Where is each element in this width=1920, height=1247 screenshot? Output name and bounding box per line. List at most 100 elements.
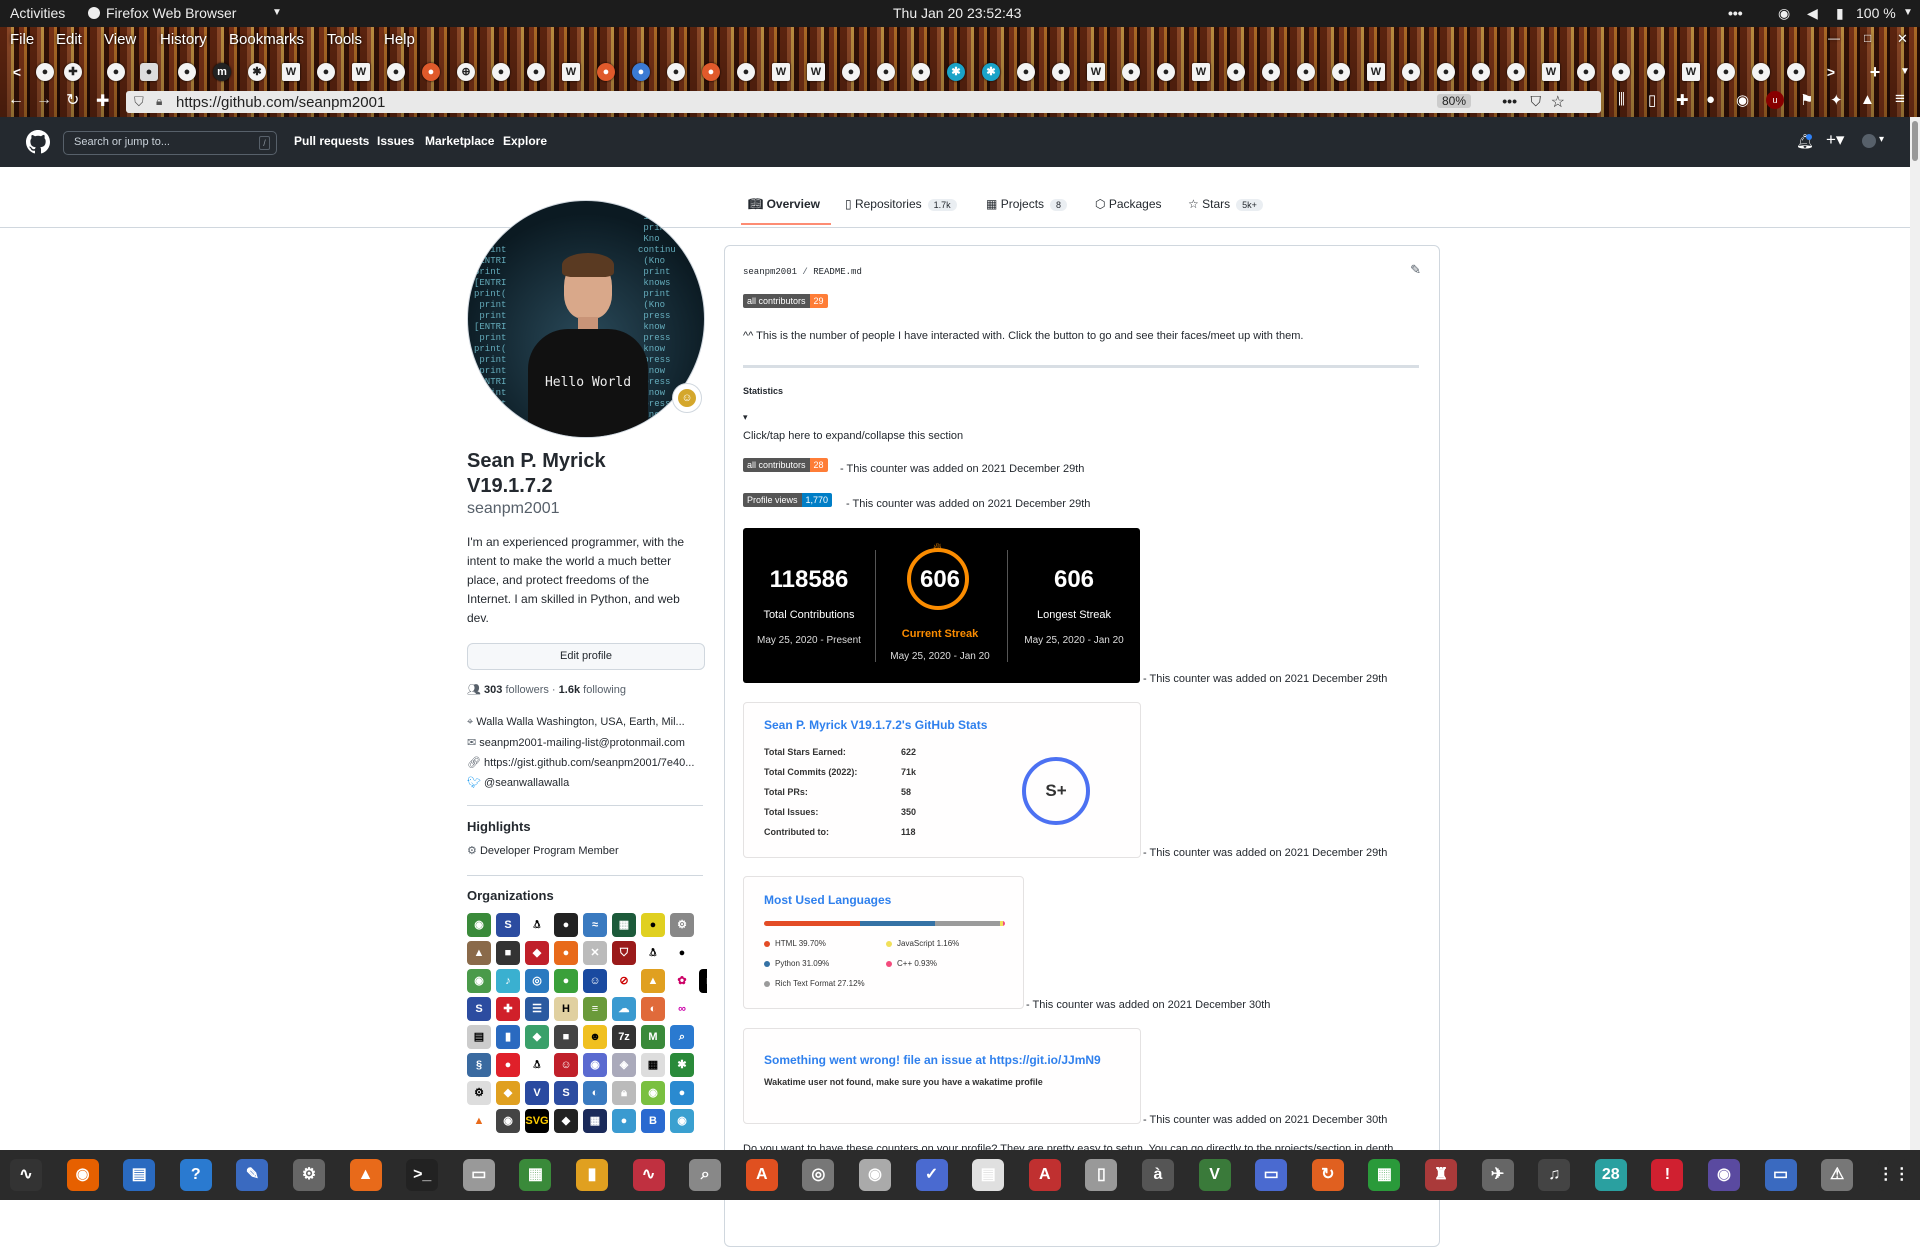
disk-icon[interactable]: ◎	[802, 1159, 835, 1191]
calc-icon[interactable]: ▦	[1368, 1159, 1401, 1191]
volume-icon[interactable]: ◀	[1807, 5, 1818, 22]
tab-m-icon[interactable]: m	[213, 63, 231, 81]
activities-button[interactable]: Activities	[10, 5, 65, 21]
clock[interactable]: Thu Jan 20 23:52:43	[893, 5, 1021, 21]
tab-projects[interactable]: ▦ Projects 8	[986, 197, 1068, 211]
org-avatar[interactable]: ●	[496, 1053, 520, 1077]
tab-extension-icon[interactable]: ✚	[64, 63, 82, 81]
tab-github-icon[interactable]: ●	[1472, 63, 1490, 81]
tab-packages[interactable]: ⬡ Packages	[1095, 197, 1162, 211]
vlc-icon[interactable]: ▲	[349, 1159, 382, 1191]
org-avatar[interactable]: ▲	[467, 941, 491, 965]
tab-wikipedia-icon[interactable]: W	[1682, 63, 1700, 81]
org-avatar[interactable]: ◐	[583, 1081, 607, 1105]
tab-wikipedia-icon[interactable]: W	[1192, 63, 1210, 81]
extension-icon[interactable]: ⚑	[1800, 91, 1813, 109]
tab-github-icon[interactable]: ●	[317, 63, 335, 81]
tab-github-icon[interactable]: ●	[1612, 63, 1630, 81]
ubuntu-icon[interactable]: ◉	[859, 1159, 891, 1191]
tab-wikipedia-icon[interactable]: W	[282, 63, 300, 81]
back-icon[interactable]: ←	[8, 91, 24, 109]
org-avatar[interactable]: M	[641, 1025, 665, 1049]
org-avatar[interactable]: ▦	[641, 1053, 665, 1077]
org-avatar[interactable]: ▮	[496, 1025, 520, 1049]
org-avatar[interactable]: ☻	[583, 1025, 607, 1049]
org-avatar[interactable]: H	[554, 997, 578, 1021]
org-avatar[interactable]: ●	[612, 1109, 636, 1133]
apps-grid-icon[interactable]: ⋮⋮	[1877, 1159, 1910, 1191]
tab-orange-icon[interactable]: ●	[597, 63, 615, 81]
tab-github-icon[interactable]: ●	[667, 63, 685, 81]
reload-icon[interactable]: ↻	[66, 90, 79, 110]
tab-github-icon[interactable]: ●	[492, 63, 510, 81]
status-emoji[interactable]: ☺	[672, 383, 702, 413]
tab-wikipedia-icon[interactable]: W	[352, 63, 370, 81]
calendar-icon[interactable]: ▤	[972, 1159, 1005, 1191]
tab-github-icon[interactable]: ●	[1507, 63, 1525, 81]
org-avatar[interactable]: 7z	[612, 1025, 636, 1049]
streak-stats-card[interactable]: 118586 Total Contributions May 25, 2020 …	[743, 528, 1140, 683]
org-avatar[interactable]: §	[467, 1053, 491, 1077]
org-avatar[interactable]: ☰	[525, 997, 549, 1021]
url-text[interactable]: https://github.com/seanpm2001	[176, 94, 385, 111]
more-indicator-icon[interactable]: •••	[1728, 5, 1743, 21]
org-avatar[interactable]: ◆	[554, 1109, 578, 1133]
bird-icon[interactable]: ✈	[1481, 1159, 1514, 1191]
tab-github-icon[interactable]: ●	[107, 63, 125, 81]
org-avatar[interactable]: ◐	[641, 997, 665, 1021]
org-avatar[interactable]: 🐧︎	[525, 1053, 549, 1077]
ublock-icon[interactable]: u	[1766, 91, 1784, 109]
menu-bookmarks[interactable]: Bookmarks	[229, 31, 304, 48]
alert-icon[interactable]: !	[1651, 1159, 1684, 1191]
details-toggle-icon[interactable]: ▾	[743, 412, 748, 423]
org-avatar[interactable]: ◎	[525, 969, 549, 993]
website-link[interactable]: https://gist.github.com/seanpm2001/7e40.…	[484, 757, 694, 769]
org-avatar[interactable]: ✚	[496, 997, 520, 1021]
tasks-icon[interactable]: ✓	[915, 1159, 948, 1191]
extension-github-icon[interactable]: ●	[1706, 91, 1715, 108]
media-icon[interactable]: ◉	[1708, 1159, 1740, 1191]
org-avatar[interactable]: ⌕	[670, 1025, 694, 1049]
calendar-28-icon[interactable]: 28	[1594, 1159, 1627, 1191]
user-menu-caret-icon[interactable]: ▾	[1879, 134, 1884, 145]
edit-pencil-icon[interactable]: ✎	[1410, 262, 1421, 278]
org-avatar[interactable]: ◉	[496, 1109, 520, 1133]
org-avatar[interactable]: ▦	[583, 1109, 607, 1133]
details-summary[interactable]: Click/tap here to expand/collapse this s…	[743, 430, 963, 442]
system-menu-caret-icon[interactable]: ▼	[1903, 7, 1913, 18]
presentation-icon[interactable]: ▮	[576, 1159, 608, 1191]
nav-issues[interactable]: Issues	[377, 134, 414, 148]
help-icon[interactable]: ?	[179, 1159, 212, 1191]
window-minimize-icon[interactable]: —	[1828, 31, 1840, 45]
tab-github-icon[interactable]: ●	[1402, 63, 1420, 81]
menu-file[interactable]: File	[10, 31, 34, 48]
pulse-icon[interactable]: ∿	[632, 1159, 665, 1191]
terminal-2-icon[interactable]: ▭	[1764, 1159, 1797, 1191]
org-avatar[interactable]: ⚙	[467, 1081, 491, 1105]
org-avatar[interactable]: ☺	[583, 969, 607, 993]
tab-github-icon[interactable]: ●	[527, 63, 545, 81]
org-avatar[interactable]: ◉	[467, 913, 491, 937]
tab-github-icon[interactable]: ●	[1717, 63, 1735, 81]
org-avatar[interactable]: m	[699, 969, 707, 993]
tab-github-icon[interactable]: ●	[387, 63, 405, 81]
top-languages-card[interactable]: Most Used Languages HTML 39.70% Python 3…	[743, 876, 1024, 1009]
tab-github-icon[interactable]: ●	[1787, 63, 1805, 81]
github-logo-icon[interactable]	[26, 130, 50, 154]
org-avatar[interactable]: ◈	[612, 1053, 636, 1077]
extension-puzzle-icon[interactable]: ✚	[1676, 91, 1689, 109]
tab-globe-icon[interactable]: ⊕	[457, 63, 475, 81]
following-label[interactable]: following	[583, 684, 626, 696]
tab-github-icon[interactable]: ●	[1227, 63, 1245, 81]
followers-count[interactable]: 303	[484, 684, 502, 696]
forward-icon[interactable]: →	[36, 91, 52, 109]
all-contributors-badge[interactable]: all contributors 29	[743, 294, 828, 308]
tab-wikipedia-icon[interactable]: W	[1542, 63, 1560, 81]
tab-wikipedia-icon[interactable]: W	[807, 63, 825, 81]
org-avatar[interactable]: ◉	[670, 1109, 694, 1133]
extension-icon[interactable]: ▲	[1860, 91, 1875, 108]
tab-github-icon[interactable]: ●	[842, 63, 860, 81]
tab-github-icon[interactable]: ●	[877, 63, 895, 81]
following-count[interactable]: 1.6k	[559, 684, 580, 696]
org-avatar[interactable]: ⛉	[612, 941, 636, 965]
